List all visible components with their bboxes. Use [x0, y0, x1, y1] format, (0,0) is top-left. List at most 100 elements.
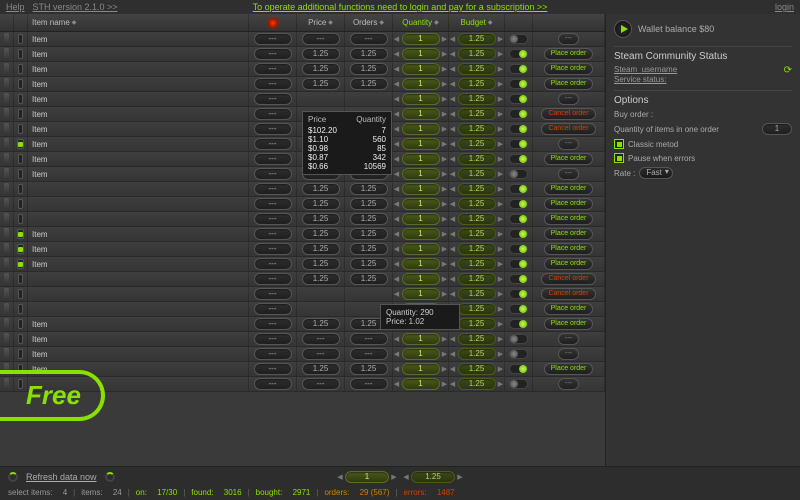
cancel-order-button[interactable]: Cancel order: [541, 123, 595, 135]
chevron-left-icon[interactable]: ◀: [449, 153, 457, 165]
chevron-left-icon[interactable]: ◀: [393, 168, 401, 180]
chevron-right-icon[interactable]: ▶: [497, 288, 505, 300]
chevron-right-icon[interactable]: ▶: [441, 108, 449, 120]
chevron-left-icon[interactable]: ◀: [402, 471, 410, 483]
row-toggle[interactable]: [509, 124, 528, 134]
qty-input[interactable]: 1: [402, 243, 440, 255]
row-drag-handle[interactable]: [4, 48, 9, 60]
budget-input[interactable]: 1.25: [458, 183, 496, 195]
chevron-left-icon[interactable]: ◀: [449, 213, 457, 225]
budget-input[interactable]: 1.25: [458, 363, 496, 375]
chevron-left-icon[interactable]: ◀: [449, 288, 457, 300]
item-name[interactable]: Item: [28, 167, 249, 181]
place-order-button[interactable]: Place order: [544, 258, 594, 270]
chevron-right-icon[interactable]: ▶: [441, 63, 449, 75]
row-checkbox[interactable]: [18, 34, 23, 44]
qty-input[interactable]: 1: [402, 228, 440, 240]
chevron-right-icon[interactable]: ▶: [441, 48, 449, 60]
chevron-left-icon[interactable]: ◀: [449, 78, 457, 90]
budget-input[interactable]: 1.25: [458, 303, 496, 315]
chevron-left-icon[interactable]: ◀: [449, 258, 457, 270]
row-toggle[interactable]: [509, 304, 528, 314]
row-checkbox[interactable]: [18, 109, 23, 119]
row-checkbox[interactable]: [18, 124, 23, 134]
chevron-right-icon[interactable]: ▶: [497, 228, 505, 240]
row-drag-handle[interactable]: [4, 288, 9, 300]
chevron-left-icon[interactable]: ◀: [449, 183, 457, 195]
chevron-right-icon[interactable]: ▶: [456, 471, 464, 483]
row-drag-handle[interactable]: [4, 108, 9, 120]
chevron-right-icon[interactable]: ▶: [441, 168, 449, 180]
row-toggle[interactable]: [509, 229, 528, 239]
row-toggle[interactable]: [509, 259, 528, 269]
budget-input[interactable]: 1.25: [458, 198, 496, 210]
row-checkbox[interactable]: [17, 244, 24, 254]
chevron-left-icon[interactable]: ◀: [393, 48, 401, 60]
chevron-right-icon[interactable]: ▶: [441, 153, 449, 165]
cancel-order-button[interactable]: Cancel order: [541, 288, 595, 300]
row-toggle[interactable]: [509, 169, 528, 179]
version-link[interactable]: STH version 2.1.0 >>: [33, 2, 118, 12]
service-status-link[interactable]: Service status:: [614, 75, 792, 84]
row-drag-handle[interactable]: [4, 198, 9, 210]
item-name[interactable]: Item: [28, 107, 249, 121]
row-toggle[interactable]: [509, 364, 528, 374]
qty-input[interactable]: 1: [402, 48, 440, 60]
chevron-left-icon[interactable]: ◀: [393, 348, 401, 360]
row-drag-handle[interactable]: [4, 333, 9, 345]
row-drag-handle[interactable]: [4, 258, 9, 270]
row-drag-handle[interactable]: [4, 33, 9, 45]
chevron-right-icon[interactable]: ▶: [441, 198, 449, 210]
rate-select[interactable]: Fast: [639, 167, 673, 179]
chevron-left-icon[interactable]: ◀: [393, 33, 401, 45]
row-toggle[interactable]: [509, 319, 528, 329]
chevron-left-icon[interactable]: ◀: [393, 198, 401, 210]
row-toggle[interactable]: [509, 244, 528, 254]
chevron-right-icon[interactable]: ▶: [441, 378, 449, 390]
row-toggle[interactable]: [509, 334, 528, 344]
row-drag-handle[interactable]: [4, 168, 9, 180]
chevron-left-icon[interactable]: ◀: [449, 123, 457, 135]
chevron-right-icon[interactable]: ▶: [497, 108, 505, 120]
chevron-left-icon[interactable]: ◀: [336, 471, 344, 483]
item-name[interactable]: Item: [28, 227, 249, 241]
action-dash[interactable]: ---: [558, 138, 579, 150]
qty-input[interactable]: 1: [402, 78, 440, 90]
row-checkbox[interactable]: [17, 259, 24, 269]
refresh-now-link[interactable]: Refresh data now: [26, 472, 97, 482]
place-order-button[interactable]: Place order: [544, 198, 594, 210]
row-drag-handle[interactable]: [4, 138, 9, 150]
chevron-left-icon[interactable]: ◀: [393, 273, 401, 285]
chevron-right-icon[interactable]: ▶: [497, 78, 505, 90]
item-name[interactable]: Item: [28, 62, 249, 76]
item-name[interactable]: [28, 197, 249, 211]
chevron-right-icon[interactable]: ▶: [441, 288, 449, 300]
chevron-left-icon[interactable]: ◀: [393, 243, 401, 255]
budget-input[interactable]: 1.25: [458, 318, 496, 330]
chevron-right-icon[interactable]: ▶: [441, 228, 449, 240]
footer-qty-input[interactable]: 1: [345, 471, 389, 483]
row-drag-handle[interactable]: [4, 153, 9, 165]
row-drag-handle[interactable]: [4, 228, 9, 240]
item-name[interactable]: Item: [28, 347, 249, 361]
row-checkbox[interactable]: [18, 334, 23, 344]
qty-input[interactable]: 1: [402, 333, 440, 345]
qty-input[interactable]: 1: [402, 198, 440, 210]
pause-errors-checkbox[interactable]: [614, 153, 624, 163]
item-name[interactable]: [28, 212, 249, 226]
budget-input[interactable]: 1.25: [458, 48, 496, 60]
row-checkbox[interactable]: [18, 49, 23, 59]
row-toggle[interactable]: [509, 79, 528, 89]
budget-input[interactable]: 1.25: [458, 108, 496, 120]
classic-method-checkbox[interactable]: [614, 139, 624, 149]
steam-username-link[interactable]: Steam_username: [614, 65, 792, 74]
qty-input[interactable]: 1: [402, 273, 440, 285]
budget-input[interactable]: 1.25: [458, 228, 496, 240]
chevron-left-icon[interactable]: ◀: [393, 288, 401, 300]
chevron-right-icon[interactable]: ▶: [441, 333, 449, 345]
row-toggle[interactable]: [509, 94, 528, 104]
chevron-left-icon[interactable]: ◀: [449, 333, 457, 345]
budget-input[interactable]: 1.25: [458, 78, 496, 90]
place-order-button[interactable]: Place order: [544, 318, 594, 330]
row-checkbox[interactable]: [18, 94, 23, 104]
